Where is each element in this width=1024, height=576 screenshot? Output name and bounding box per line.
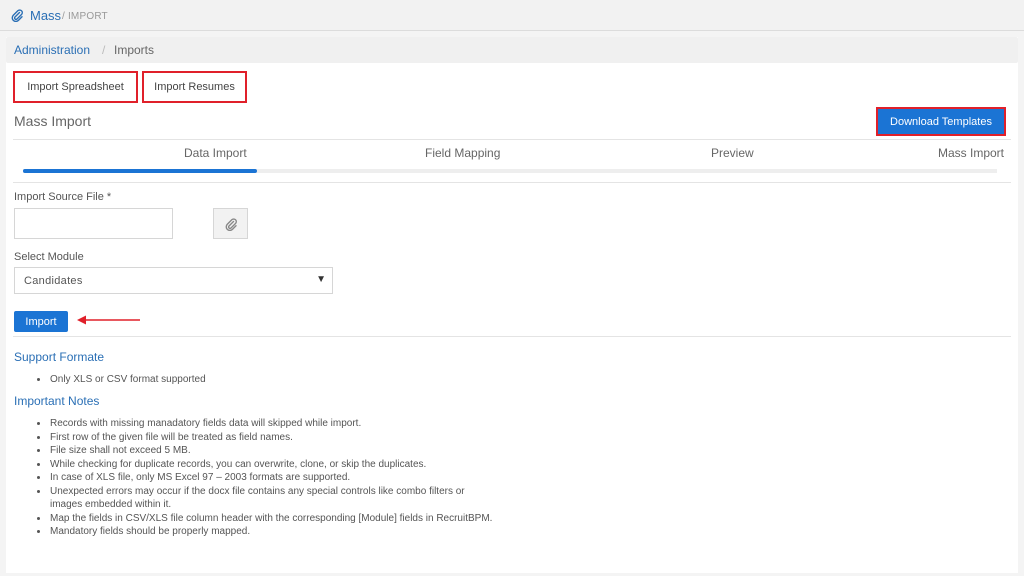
support-formats-heading: Support Formate (14, 350, 105, 364)
step-mass-import: Mass Import (938, 146, 1005, 160)
page-subtitle: / IMPORT (62, 11, 108, 22)
select-module-label: Select Module (14, 251, 84, 263)
divider (13, 182, 1011, 183)
list-item: File size shall not exceed 5 MB. (36, 444, 496, 458)
app-title[interactable]: Mass (30, 8, 61, 23)
breadcrumb: Administration / Imports (6, 37, 1018, 63)
list-item: First row of the given file will be trea… (36, 431, 496, 445)
paperclip-icon (225, 217, 237, 231)
list-item: Unexpected errors may occur if the docx … (36, 485, 496, 512)
important-notes-heading: Important Notes (14, 394, 100, 408)
step-field-mapping: Field Mapping (425, 146, 501, 160)
page-title: Mass Import (14, 113, 92, 129)
step-preview: Preview (711, 146, 754, 160)
wizard-progress-fill (23, 169, 257, 173)
list-item: In case of XLS file, only MS Excel 97 – … (36, 471, 496, 485)
list-item: Map the fields in CSV/XLS file column he… (36, 512, 496, 526)
chevron-down-icon: ▼ (316, 274, 326, 285)
breadcrumb-separator: / (102, 43, 106, 57)
attach-file-button[interactable] (213, 208, 248, 239)
divider (13, 336, 1011, 337)
list-item: Mandatory fields should be properly mapp… (36, 525, 496, 539)
download-templates-button[interactable]: Download Templates (876, 107, 1006, 136)
breadcrumb-administration[interactable]: Administration (14, 43, 90, 57)
list-item: Only XLS or CSV format supported (36, 373, 436, 387)
main-panel: Administration / Imports Import Spreadsh… (6, 37, 1018, 573)
tab-import-spreadsheet[interactable]: Import Spreadsheet (13, 71, 138, 103)
import-source-file-label: Import Source File * (14, 191, 112, 203)
module-select[interactable]: Candidates ▼ (14, 267, 333, 294)
arrow-left-icon (77, 315, 140, 325)
step-data-import: Data Import (184, 146, 247, 160)
list-item: Records with missing manadatory fields d… (36, 417, 496, 431)
divider (13, 139, 1011, 140)
list-item: While checking for duplicate records, yo… (36, 458, 496, 472)
support-formats-list: Only XLS or CSV format supported (36, 373, 436, 387)
breadcrumb-imports: Imports (114, 43, 155, 57)
important-notes-list: Records with missing manadatory fields d… (36, 417, 496, 539)
module-select-value: Candidates (24, 275, 83, 287)
import-button[interactable]: Import (14, 311, 68, 332)
tab-import-resumes[interactable]: Import Resumes (142, 71, 247, 103)
import-source-file-field[interactable] (14, 208, 173, 239)
paperclip-icon (11, 9, 23, 22)
top-bar: Mass / IMPORT (0, 0, 1024, 31)
